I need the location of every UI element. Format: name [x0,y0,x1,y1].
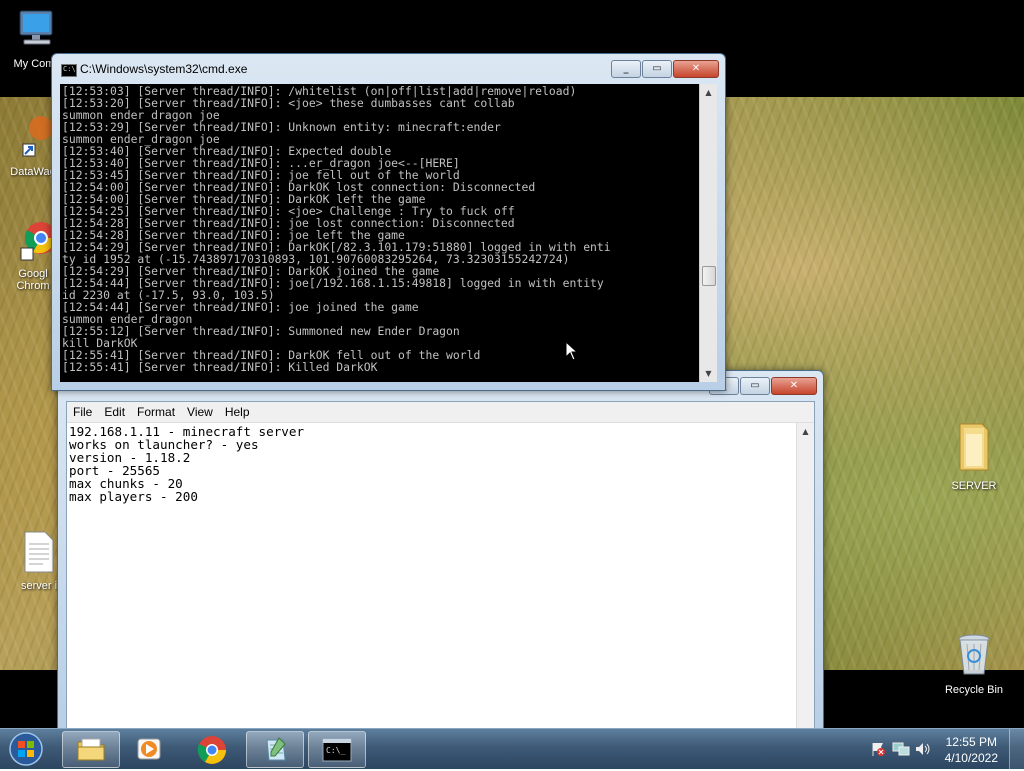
maximize-button[interactable]: ▭ [740,377,770,395]
menu-view[interactable]: View [181,405,219,419]
minimize-button[interactable]: _ [611,60,641,78]
notepad-icon [266,737,286,761]
cmd-title: C:\Windows\system32\cmd.exe [80,62,248,76]
taskbar-cmd-button[interactable]: C:\_ [308,731,366,768]
menu-help[interactable]: Help [219,405,256,419]
desktop-icon-server-folder[interactable]: SERVER [939,420,1009,492]
cmd-window[interactable]: C:\ C:\Windows\system32\cmd.exe _ ▭ ✕ [1… [51,53,726,391]
system-tray: 12:55 PM 4/10/2022 [864,729,1024,769]
minimize-icon: _ [623,63,629,74]
taskbar-media-player-button[interactable] [122,731,178,766]
notepad-window[interactable]: _ ▭ ✕ File Edit Format View Help 192.168… [57,370,824,732]
close-icon: ✕ [789,380,799,391]
scroll-thumb[interactable] [702,266,716,286]
window-controls: _ ▭ ✕ [611,60,719,78]
scroll-up-arrow-icon[interactable]: ▲ [797,423,814,440]
folder-icon [939,420,1009,477]
show-desktop-button[interactable] [1009,729,1024,769]
cmd-output: [12:53:03] [Server thread/INFO]: /whitel… [62,85,702,385]
computer-icon [2,8,72,55]
notepad-body: File Edit Format View Help 192.168.1.11 … [66,401,815,731]
clock-time: 12:55 PM [945,735,997,749]
chrome-icon [197,736,226,764]
maximize-button[interactable]: ▭ [642,60,672,78]
desktop-icon-label: Recycle Bin [944,684,1004,696]
start-button[interactable] [4,730,48,768]
taskbar-explorer-button[interactable] [62,731,120,768]
taskbar-notepad-button[interactable] [246,731,304,768]
network-icon[interactable] [892,741,910,757]
cmd-line: [12:55:12] [Server thread/INFO]: Summone… [62,324,460,338]
menu-file[interactable]: File [67,405,98,419]
desktop-icon-label: SERVER [951,480,997,492]
cmd-titlebar[interactable]: C:\ C:\Windows\system32\cmd.exe _ ▭ ✕ [52,54,725,84]
notepad-text-area[interactable]: 192.168.1.11 - minecraft server works on… [69,425,789,503]
taskbar: C:\_ 12:55 PM 4/10/2022 [0,728,1024,769]
svg-text:C:\_: C:\_ [326,746,345,755]
close-button[interactable]: ✕ [771,377,817,395]
close-icon: ✕ [691,63,701,74]
menu-edit[interactable]: Edit [98,405,131,419]
recycle-bin-icon [939,632,1009,681]
desktop-icon-recycle-bin[interactable]: Recycle Bin [939,632,1009,696]
cmd-console[interactable]: [12:53:03] [Server thread/INFO]: /whitel… [60,84,717,382]
taskbar-chrome-button[interactable] [184,731,240,766]
windows-logo-icon [9,732,43,766]
clock-date: 4/10/2022 [944,751,998,765]
action-center-flag-icon[interactable] [870,741,886,757]
volume-icon[interactable] [914,741,932,757]
maximize-icon: ▭ [750,380,760,391]
cmd-line: [12:55:41] [Server thread/INFO]: Killed … [62,360,378,374]
cmd-title-icon: C:\ [61,64,77,77]
scroll-up-arrow-icon[interactable]: ▲ [700,84,717,101]
notepad-scrollbar[interactable]: ▲ [796,423,814,730]
explorer-icon [77,738,105,761]
maximize-icon: ▭ [652,63,662,74]
clock[interactable]: 12:55 PM 4/10/2022 [945,734,998,766]
close-button[interactable]: ✕ [673,60,719,78]
notepad-menubar: File Edit Format View Help [67,402,814,423]
cmd-scrollbar[interactable]: ▲ ▼ [699,84,717,382]
cmd-icon: C:\_ [322,738,352,762]
media-player-icon [137,738,161,760]
scroll-down-arrow-icon[interactable]: ▼ [700,365,717,382]
mouse-cursor-icon [565,341,579,361]
menu-format[interactable]: Format [131,405,181,419]
